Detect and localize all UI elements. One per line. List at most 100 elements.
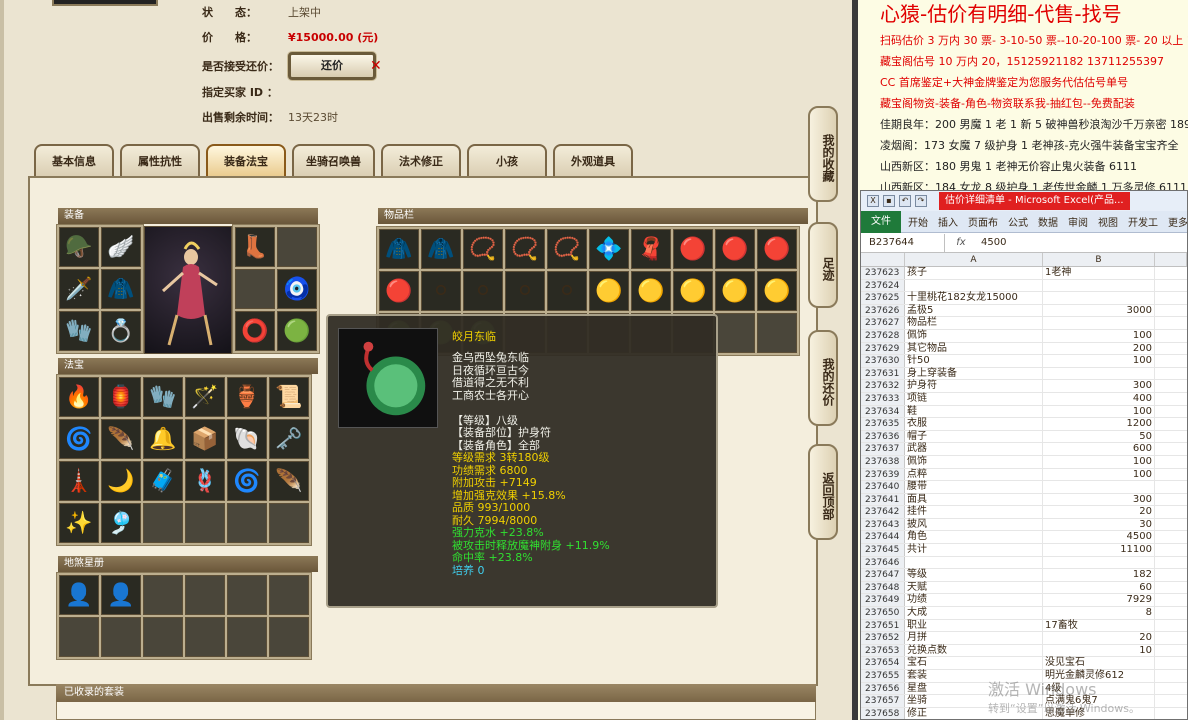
treasure-slot[interactable] (269, 503, 309, 543)
cell-b[interactable]: 10 (1043, 644, 1155, 657)
redo-icon[interactable]: ↷ (915, 195, 927, 207)
row-number[interactable]: 237645 (861, 544, 905, 556)
cell-c[interactable] (1155, 620, 1187, 632)
cell-c[interactable] (1155, 481, 1187, 493)
cell-b[interactable]: 300 (1043, 493, 1155, 506)
inventory-item-icon[interactable]: 🧥 (379, 229, 419, 269)
inventory-item-icon[interactable]: ⚪ (421, 271, 461, 311)
cell-a[interactable]: 佩饰 (905, 455, 1043, 468)
cell-b[interactable]: 100 (1043, 405, 1155, 418)
cell-c[interactable] (1155, 569, 1187, 581)
cell-a[interactable] (905, 279, 1043, 292)
cell-b[interactable]: 100 (1043, 455, 1155, 468)
cell-a[interactable]: 面具 (905, 493, 1043, 506)
cell-a[interactable]: 十里桃花182女龙15000 (905, 292, 1043, 304)
cell-a[interactable]: 等级 (905, 569, 1043, 581)
row-number[interactable]: 237643 (861, 518, 905, 531)
cell-a[interactable]: 身上穿装备 (905, 367, 1043, 380)
cell-c[interactable] (1155, 469, 1187, 481)
row-number[interactable]: 237650 (861, 607, 905, 619)
treasure-item-icon[interactable]: 🗝️ (269, 419, 309, 459)
cell-c[interactable] (1155, 632, 1187, 644)
cell-b[interactable] (1043, 481, 1155, 493)
cell-b[interactable]: 200 (1043, 342, 1155, 355)
row-number[interactable]: 237657 (861, 695, 905, 707)
cell-a[interactable]: 宝石 (905, 657, 1043, 669)
cell-c[interactable] (1155, 708, 1187, 719)
cell-a[interactable]: 天赋 (905, 581, 1043, 594)
star-book-slot[interactable] (59, 617, 99, 657)
close-x-icon[interactable]: ✕ (370, 58, 382, 74)
row-number[interactable]: 237652 (861, 632, 905, 644)
treasure-item-icon[interactable]: 🌀 (59, 419, 99, 459)
cell-b[interactable]: 400 (1043, 392, 1155, 405)
inventory-item-icon[interactable]: 🟡 (631, 271, 671, 311)
row-number[interactable]: 237647 (861, 569, 905, 581)
ribbon-tab-0[interactable]: 文件 (861, 210, 901, 233)
cell-a[interactable]: 点粹 (905, 468, 1043, 481)
inventory-item-icon[interactable]: 🔴 (715, 229, 755, 269)
row-number[interactable]: 237628 (861, 329, 905, 342)
row-number[interactable]: 237629 (861, 342, 905, 355)
cell-a[interactable]: 针50 (905, 355, 1043, 367)
undo-icon[interactable]: ↶ (899, 195, 911, 207)
inventory-slot[interactable] (757, 313, 797, 353)
treasure-item-icon[interactable]: 🐚 (227, 419, 267, 459)
cell-c[interactable] (1155, 330, 1187, 342)
inventory-item-icon[interactable]: ⚪ (505, 271, 545, 311)
cell-b[interactable]: 100 (1043, 329, 1155, 342)
inventory-item-icon[interactable]: 📿 (463, 229, 503, 269)
save-icon[interactable]: ▪ (883, 195, 895, 207)
cell-c[interactable] (1155, 544, 1187, 556)
cell-a[interactable]: 兑换点数 (905, 644, 1043, 657)
cell-a[interactable]: 角色 (905, 531, 1043, 544)
cell-c[interactable] (1155, 456, 1187, 468)
cell-a[interactable]: 护身符 (905, 380, 1043, 392)
treasure-slot[interactable] (227, 503, 267, 543)
inventory-item-icon[interactable]: 🔴 (379, 271, 419, 311)
star-book-slot[interactable] (185, 617, 225, 657)
inventory-item-icon[interactable]: ⚪ (547, 271, 587, 311)
cell-a[interactable]: 披风 (905, 518, 1043, 531)
cell-c[interactable] (1155, 645, 1187, 657)
cell-c[interactable] (1155, 443, 1187, 455)
star-book-slot[interactable] (227, 575, 267, 615)
cell-c[interactable] (1155, 355, 1187, 367)
equipment-item-icon[interactable]: 🧤 (59, 311, 99, 351)
column-header-c[interactable] (1155, 253, 1187, 266)
cell-a[interactable]: 鞋 (905, 405, 1043, 418)
cell-a[interactable]: 孟极5 (905, 304, 1043, 317)
treasure-item-icon[interactable]: 🌙 (101, 461, 141, 501)
cell-a[interactable]: 项链 (905, 392, 1043, 405)
row-number[interactable]: 237638 (861, 455, 905, 468)
cell-a[interactable]: 其它物品 (905, 342, 1043, 355)
inventory-item-icon[interactable]: 🧣 (631, 229, 671, 269)
treasure-item-icon[interactable]: 🔔 (143, 419, 183, 459)
treasure-item-icon[interactable]: 🏮 (101, 377, 141, 417)
cell-c[interactable] (1155, 280, 1187, 292)
row-number[interactable]: 237653 (861, 644, 905, 657)
star-book-item-icon[interactable]: 👤 (59, 575, 99, 615)
treasure-item-icon[interactable]: 🏺 (227, 377, 267, 417)
star-book-slot[interactable] (185, 575, 225, 615)
treasure-item-icon[interactable]: 📜 (269, 377, 309, 417)
cell-b[interactable]: 20 (1043, 506, 1155, 518)
formula-value[interactable]: 4500 (977, 237, 1006, 248)
cell-c[interactable] (1155, 368, 1187, 380)
counter-offer-button[interactable]: 还价 (288, 52, 376, 80)
tab-1[interactable]: 属性抗性 (120, 144, 200, 178)
treasure-item-icon[interactable]: 🗼 (59, 461, 99, 501)
cell-a[interactable]: 物品栏 (905, 317, 1043, 329)
cell-b[interactable]: 4500 (1043, 531, 1155, 544)
cell-c[interactable] (1155, 406, 1187, 418)
row-number[interactable]: 237631 (861, 367, 905, 380)
cell-a[interactable]: 佩饰 (905, 329, 1043, 342)
row-number[interactable]: 237639 (861, 468, 905, 481)
fx-icon[interactable]: fx (945, 237, 977, 248)
star-book-slot[interactable] (269, 617, 309, 657)
cell-c[interactable] (1155, 418, 1187, 430)
row-number[interactable]: 237655 (861, 670, 905, 682)
treasure-slot[interactable] (185, 503, 225, 543)
row-number[interactable]: 237624 (861, 279, 905, 292)
cell-a[interactable]: 共计 (905, 544, 1043, 556)
